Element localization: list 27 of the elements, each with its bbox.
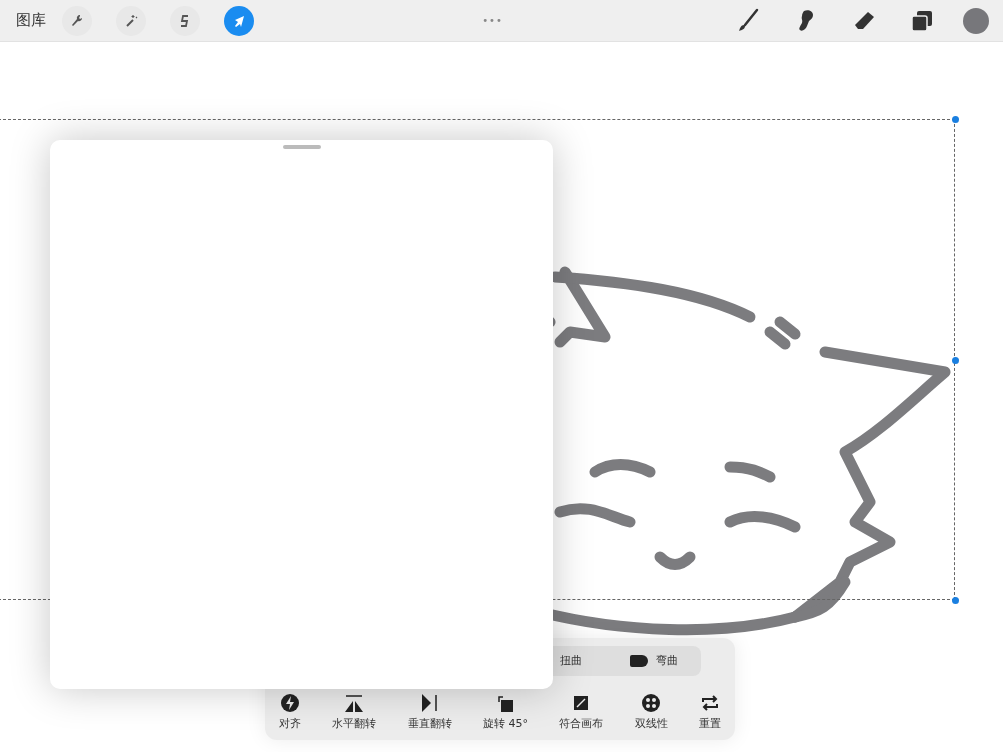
wrench-button[interactable] [62,5,92,36]
lightning-icon [280,692,300,713]
checker-circle-icon [641,692,662,713]
transform-mode-button[interactable]: 弯曲 [630,652,678,670]
flip-icon [343,692,366,713]
arrows-loop-icon [699,692,720,713]
toolbar-action-button[interactable]: 对齐 [279,692,301,732]
resize-handle[interactable] [952,597,959,604]
arrow-cursor-button[interactable] [224,5,254,36]
brush-icon [736,7,760,34]
toolbar-action-button[interactable]: 双线性 [634,692,668,732]
color-swatch[interactable] [963,7,989,34]
s-curve-button[interactable] [170,5,200,36]
toolbar-action-button[interactable]: 垂直翻转 [407,692,452,732]
gallery-link[interactable]: 图库 [16,9,46,32]
toolbar-action-button[interactable]: 重置 [698,692,721,732]
toolbar-action-button[interactable]: 水平翻转 [332,692,377,732]
toolbar-action-button[interactable]: 旋转 45° [483,692,528,732]
transform-mode-button[interactable]: 扭曲 [560,652,582,670]
toolbar-action-button[interactable]: 符合画布 [559,692,604,732]
layers-icon [910,8,934,33]
magic-wand-button[interactable] [116,5,146,36]
resize-handle[interactable] [952,116,959,123]
flip-icon [419,692,440,713]
resize-handle[interactable] [952,357,959,364]
bend-icon [630,655,648,667]
wrench-icon [69,12,85,29]
